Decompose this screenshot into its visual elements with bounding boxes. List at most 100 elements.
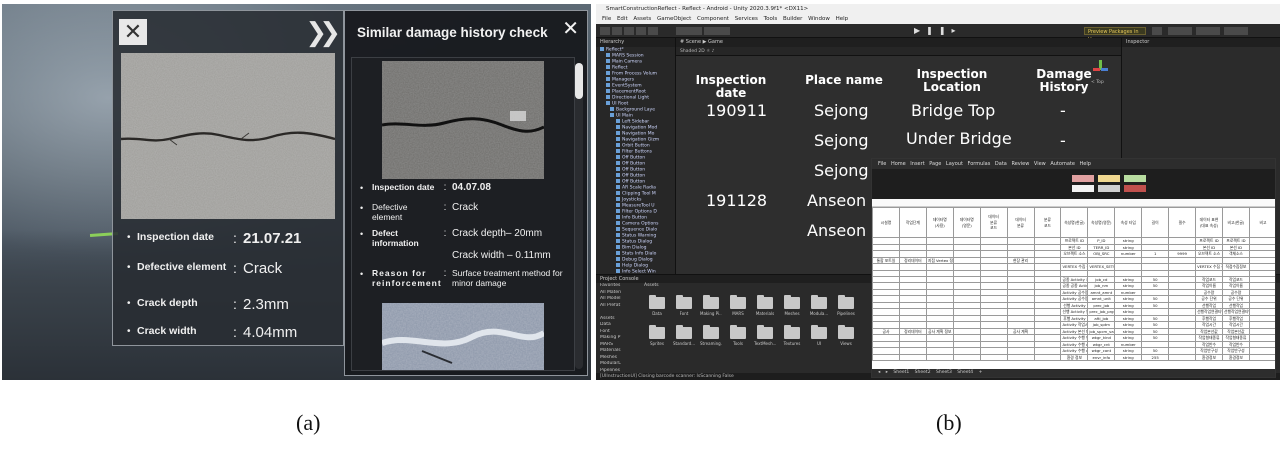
spreadsheet-cell[interactable]: 직접수집정보: [1221, 263, 1250, 271]
style-swatch[interactable]: [1098, 185, 1120, 192]
style-swatch[interactable]: [1072, 185, 1094, 192]
asset-folder[interactable]: MARS: [727, 295, 749, 316]
spreadsheet-header-cell[interactable]: 데이터 분류 코드: [979, 207, 1008, 238]
close-button[interactable]: ✕: [562, 19, 579, 39]
spreadsheet-header-cell[interactable]: 데이터명 (영문): [952, 207, 981, 238]
spreadsheet-cell[interactable]: 환경정보: [1221, 353, 1250, 362]
spreadsheet-header-cell[interactable]: 데이터 분류: [1006, 207, 1035, 238]
spreadsheet-header-cell[interactable]: 길이: [1141, 207, 1170, 238]
spreadsheet-cell[interactable]: [979, 353, 1008, 362]
asset-folder[interactable]: Streaming...: [700, 325, 722, 346]
spreadsheet-cell[interactable]: 선행작업연결타입: [1195, 308, 1223, 316]
asset-folder[interactable]: UI: [808, 325, 830, 346]
spreadsheet-cell[interactable]: 작업형태종류: [1195, 334, 1223, 342]
cloud-icon[interactable]: [1152, 27, 1162, 35]
formula-bar[interactable]: [872, 199, 1275, 207]
spreadsheet-header-cell[interactable]: 분류 코드: [1033, 207, 1062, 238]
spreadsheet-cell[interactable]: 선행 Activity 연결타입: [1060, 308, 1089, 316]
spreadsheet-cell[interactable]: 프로젝트 ID: [1195, 237, 1223, 245]
spreadsheet-cell[interactable]: 선행작업연결타입: [1221, 308, 1250, 316]
spreadsheet-cell[interactable]: 환경정보: [1195, 353, 1223, 362]
history-list[interactable]: • Inspection date : 04.07.08 • Defective…: [351, 57, 575, 371]
style-swatch[interactable]: [1072, 175, 1094, 182]
asset-folder[interactable]: Textures: [781, 325, 803, 346]
spreadsheet-cell[interactable]: Activity 공수량: [1060, 288, 1089, 297]
close-button[interactable]: ✕: [119, 19, 147, 45]
spreadsheet-header-cell[interactable]: 비고(한글): [1221, 207, 1250, 238]
spreadsheet-cell[interactable]: 오브젝트 소스: [1195, 250, 1223, 258]
account-dropdown[interactable]: [1168, 27, 1192, 35]
spreadsheet-cell[interactable]: 선행 Activity: [1060, 301, 1089, 310]
style-swatch[interactable]: [1124, 175, 1146, 182]
project-tree[interactable]: Favorites All Materi All Model All Prefat As…: [596, 283, 640, 379]
scrollbar-thumb[interactable]: [575, 63, 583, 99]
spreadsheet-cell[interactable]: job_spcm_val: [1087, 327, 1116, 336]
spreadsheet-cell[interactable]: 프로젝트 ID: [1060, 237, 1089, 245]
spreadsheet-cell[interactable]: envr_info: [1087, 353, 1116, 362]
spreadsheet-header-cell[interactable]: 비고: [1248, 207, 1275, 238]
spreadsheet-cell[interactable]: [1248, 353, 1275, 362]
layout-dropdown[interactable]: [1224, 27, 1248, 35]
spreadsheet-cell[interactable]: Activity 수행 crew 구성: [1060, 347, 1089, 355]
scene-tabs[interactable]: # Scene ▶ Game: [676, 38, 1121, 47]
hand-tool-button[interactable]: [600, 27, 610, 35]
spreadsheet-cell[interactable]: VERTEX 수집 정보: [1195, 263, 1223, 271]
spreadsheet-cell[interactable]: 공사 계획 정보: [925, 327, 954, 336]
layers-dropdown[interactable]: [1196, 27, 1220, 35]
asset-folder[interactable]: Pipelines: [835, 295, 857, 316]
menu-bar[interactable]: File Edit Assets GameObject Component Se…: [596, 14, 1280, 24]
spreadsheet-cell[interactable]: Activity 작업시간: [1060, 321, 1089, 329]
spreadsheet-cell[interactable]: [898, 353, 927, 362]
asset-folder[interactable]: Meshes: [781, 295, 803, 316]
spreadsheet-cell[interactable]: [952, 353, 981, 362]
scene-toolbar[interactable]: Shaded 2D ☼ ♪: [676, 47, 1121, 56]
spreadsheet-cell[interactable]: 공종 Activity 코드: [1060, 275, 1089, 284]
spreadsheet-cell[interactable]: [1168, 353, 1197, 362]
spreadsheet-header-cell[interactable]: 데이터명 (사용): [925, 207, 954, 238]
scale-tool-button[interactable]: [636, 27, 646, 35]
asset-folder[interactable]: Data: [646, 295, 668, 316]
play-controls[interactable]: ▶❚❚▸: [914, 26, 962, 35]
spreadsheet-cell[interactable]: VERTEX_SETS: [1087, 263, 1116, 271]
spreadsheet-header-cell[interactable]: 필수: [1168, 207, 1197, 238]
spreadsheet-cell[interactable]: Activity 공수량 단위: [1060, 295, 1089, 303]
spreadsheet-header-cell[interactable]: 작업단계: [898, 207, 927, 238]
asset-folder[interactable]: Materials: [754, 295, 776, 316]
sheet-tabs[interactable]: ◂ ▸ Sheet1 Sheet2 Sheet3 Sheet4 +: [872, 369, 1275, 377]
move-tool-button[interactable]: [612, 27, 622, 35]
spreadsheet-header-cell[interactable]: 시설명: [872, 207, 900, 238]
spreadsheet-cell[interactable]: VERTEX 수집 정보: [1060, 263, 1089, 271]
spreadsheet-cell[interactable]: 프로젝트 ID: [1221, 237, 1250, 245]
asset-folder[interactable]: Modula...: [808, 295, 830, 316]
spreadsheet-cell[interactable]: [1006, 353, 1035, 362]
next-button[interactable]: ❯❯: [305, 17, 340, 47]
rect-tool-button[interactable]: [648, 27, 658, 35]
spreadsheet-cell[interactable]: [925, 353, 954, 362]
scrollbar-track[interactable]: [575, 63, 583, 369]
spreadsheet-cell[interactable]: 255: [1141, 353, 1170, 362]
hierarchy-list[interactable]: Reflect* MARS Session Main Camera Reflect Fr…: [596, 47, 675, 299]
spreadsheet-header-cell[interactable]: 속성명(한글): [1060, 207, 1089, 238]
preview-packages-button[interactable]: Preview Packages in Use ▾: [1084, 27, 1146, 43]
spreadsheet-header-cell[interactable]: 속성명(영문): [1087, 207, 1116, 238]
spreadsheet-cell[interactable]: [1033, 353, 1062, 362]
spreadsheet-cell[interactable]: wkgr_kind: [1087, 334, 1116, 342]
asset-folder[interactable]: Sprites: [646, 325, 668, 346]
spreadsheet-header-cell[interactable]: 속성 타입: [1114, 207, 1143, 238]
spreadsheet-cell[interactable]: Activity 본선 데이터: [1060, 327, 1089, 336]
asset-folder[interactable]: Standard...: [673, 325, 695, 346]
asset-folder[interactable]: Font: [673, 295, 695, 316]
spreadsheet-cell[interactable]: amnt_amnt: [1087, 288, 1116, 297]
asset-folder[interactable]: Making Pi...: [700, 295, 722, 316]
spreadsheet-cell[interactable]: Activity 수행 형태: [1060, 334, 1089, 342]
style-swatch[interactable]: [1098, 175, 1120, 182]
spreadsheet-header-cell[interactable]: 데이터 표현 (대표 속성): [1195, 207, 1223, 238]
spreadsheet-cell[interactable]: string: [1114, 353, 1143, 362]
spreadsheet-cell[interactable]: [872, 353, 900, 362]
style-swatch[interactable]: [1124, 185, 1146, 192]
scene-gizmo[interactable]: < Top: [1089, 58, 1113, 88]
spreadsheet-cell[interactable]: amnt_unit: [1087, 295, 1116, 303]
spreadsheet-cell[interactable]: wkgr_cont: [1087, 347, 1116, 355]
pivot-toggle[interactable]: [676, 27, 702, 35]
spreadsheet-cell[interactable]: prec_job_prgs_r: [1087, 308, 1116, 316]
